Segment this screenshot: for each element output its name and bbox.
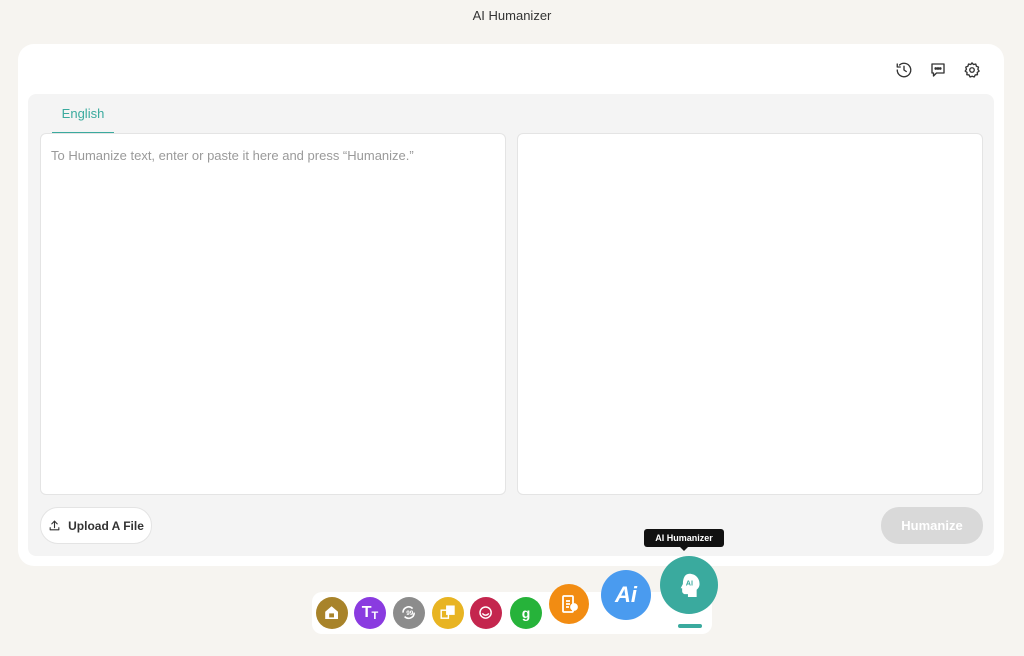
main-card: English Upload A File Humanize — [18, 44, 1004, 566]
page-title: AI Humanizer — [472, 8, 552, 23]
top-toolbar — [894, 60, 982, 80]
input-box — [40, 133, 506, 495]
dock-brand-tool-icon[interactable] — [470, 597, 502, 629]
dock-translate-icon[interactable] — [432, 597, 464, 629]
upload-label: Upload A File — [68, 518, 144, 533]
svg-text:AI: AI — [685, 578, 692, 587]
upload-icon — [49, 520, 60, 531]
dock-text-tool-icon[interactable]: TT — [354, 597, 386, 629]
history-icon[interactable] — [894, 60, 914, 80]
dock-paraphrase-icon[interactable]: 99 — [393, 597, 425, 629]
dock-summarize-icon[interactable] — [549, 584, 589, 624]
output-box — [517, 133, 983, 495]
svg-text:99: 99 — [407, 610, 415, 617]
dock-ai-detector-icon[interactable]: Ai — [601, 570, 651, 620]
upload-file-button[interactable]: Upload A File — [40, 507, 152, 544]
output-textarea[interactable] — [518, 134, 982, 494]
dock-home-icon[interactable] — [316, 597, 348, 629]
dock-ai-humanizer-icon[interactable]: AI — [660, 556, 718, 614]
dock-grammar-icon[interactable]: g — [510, 597, 542, 629]
dock-tooltip: AI Humanizer — [644, 529, 724, 551]
tab-english[interactable]: English — [52, 104, 114, 134]
feedback-icon[interactable] — [928, 60, 948, 80]
input-textarea[interactable] — [41, 134, 505, 494]
editor-panel: English Upload A File Humanize — [28, 94, 994, 556]
settings-icon[interactable] — [962, 60, 982, 80]
humanize-button[interactable]: Humanize — [881, 507, 983, 544]
dock-active-indicator — [678, 624, 702, 628]
